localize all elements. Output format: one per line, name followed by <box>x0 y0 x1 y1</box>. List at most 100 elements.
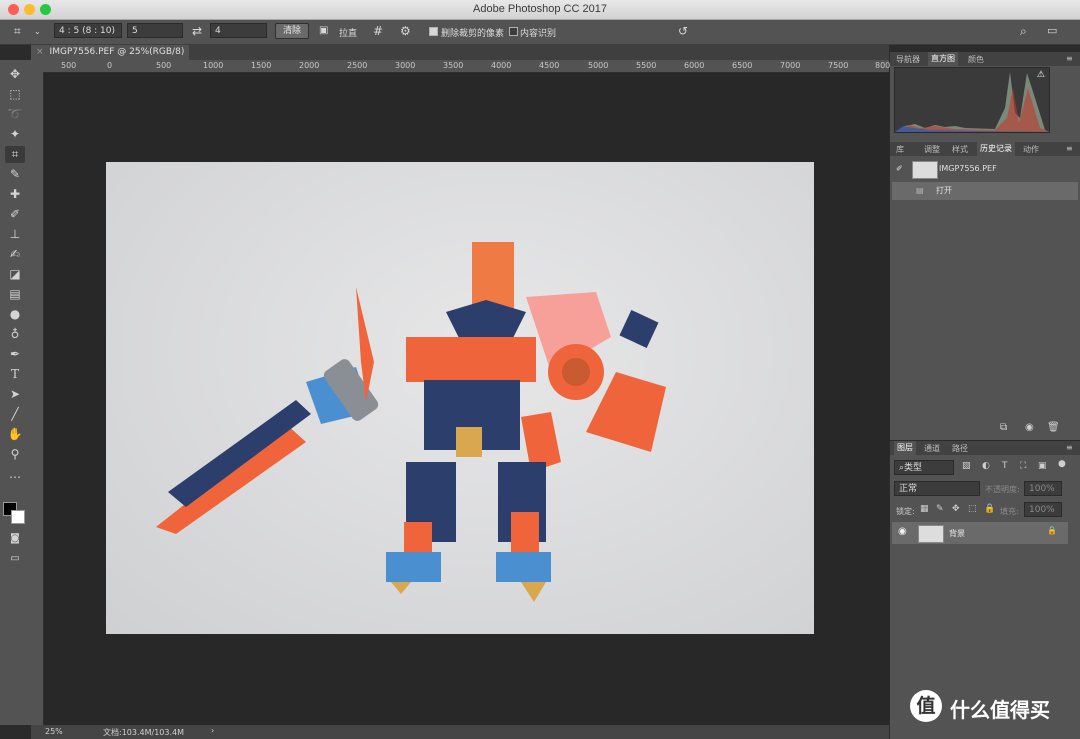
clear-button[interactable]: 清除 <box>275 23 309 39</box>
warning-icon[interactable]: ⚠ <box>1037 70 1045 80</box>
histogram-svg <box>895 72 1049 132</box>
status-bar: 25% 文档:103.4M/103.4M › <box>31 725 889 739</box>
history-item[interactable]: ▤ 打开 <box>892 182 1078 200</box>
path-selection-tool-icon[interactable]: ➤ <box>5 386 25 403</box>
crop-ratio-select[interactable]: 4 : 5 (8 : 10) <box>54 23 122 38</box>
dodge-tool-icon[interactable]: ♁ <box>5 326 25 343</box>
lock-pixels-icon[interactable]: ✎ <box>936 504 944 514</box>
camera-icon[interactable]: ◉ <box>1025 422 1034 433</box>
workspace-icon[interactable]: ▭ <box>1047 24 1057 37</box>
marquee-tool-icon[interactable]: ⬚ <box>5 86 25 103</box>
pen-tool-icon[interactable]: ✒ <box>5 346 25 363</box>
move-tool-icon[interactable]: ✥ <box>5 66 25 83</box>
ruler-label: 3000 <box>395 61 416 70</box>
lasso-tool-icon[interactable]: ➰ <box>5 106 25 123</box>
background-color-swatch[interactable] <box>11 510 25 524</box>
straighten-label[interactable]: 拉直 <box>339 26 357 39</box>
eye-icon[interactable]: ◉ <box>898 526 907 537</box>
snapshot-thumbnail <box>912 161 938 179</box>
filter-pixel-icon[interactable]: ▧ <box>962 461 971 471</box>
tab-channels[interactable]: 通道 <box>924 443 940 454</box>
search-icon[interactable]: ⌕ <box>1020 24 1027 39</box>
tab-adjustments[interactable]: 调整 <box>924 144 940 155</box>
lock-all-icon[interactable]: 🔒 <box>984 504 995 514</box>
quick-mask-icon[interactable]: ◙ <box>5 530 25 547</box>
tab-color[interactable]: 颜色 <box>968 54 984 65</box>
reset-icon[interactable]: ↺ <box>678 24 688 38</box>
brush-tool-icon[interactable]: ✐ <box>5 206 25 223</box>
filter-smart-object-icon[interactable]: ▣ <box>1038 461 1047 471</box>
options-bar: ⌗ ⌄ 4 : 5 (8 : 10) 5 ⇄ 4 清除 ▣ 拉直 # ⚙ 删除裁… <box>0 20 1080 45</box>
ruler-label: 3500 <box>443 61 464 70</box>
tab-navigator[interactable]: 导航器 <box>896 54 920 65</box>
type-tool-icon[interactable]: T <box>5 366 25 383</box>
ruler-corner <box>31 60 45 72</box>
trash-icon[interactable]: 🗑 <box>1047 422 1060 433</box>
overlay-grid-icon[interactable]: # <box>373 24 383 38</box>
chevron-down-icon[interactable]: ⌄ <box>34 27 41 36</box>
ratio-width-input[interactable]: 5 <box>127 23 183 38</box>
gradient-tool-icon[interactable]: ▤ <box>5 286 25 303</box>
document-image[interactable] <box>106 162 814 634</box>
magic-wand-tool-icon[interactable]: ✦ <box>5 126 25 143</box>
layer-filter-select[interactable]: ⌕类型 <box>894 460 954 475</box>
screen-mode-icon[interactable]: ▭ <box>5 550 25 567</box>
tab-histogram[interactable]: 直方图 <box>928 52 958 66</box>
panel-menu-icon[interactable]: ≡ <box>1066 54 1073 63</box>
hand-tool-icon[interactable]: ✋ <box>5 426 25 443</box>
panel-tabs: 导航器 直方图 颜色 ≡ <box>890 52 1080 66</box>
healing-brush-tool-icon[interactable]: ✚ <box>5 186 25 203</box>
filter-type-icon[interactable]: T <box>1002 461 1008 471</box>
document-tabs: × IMGP7556.PEF @ 25%(RGB/8) <box>31 44 889 60</box>
tab-actions[interactable]: 动作 <box>1023 144 1039 155</box>
content-aware-checkbox[interactable] <box>509 27 518 36</box>
more-tools-icon[interactable]: … <box>5 466 25 483</box>
document-tab[interactable]: × IMGP7556.PEF @ 25%(RGB/8) <box>31 45 189 60</box>
straighten-icon[interactable]: ▣ <box>319 25 328 36</box>
eraser-tool-icon[interactable]: ◪ <box>5 266 25 283</box>
gear-icon[interactable]: ⚙ <box>400 24 411 38</box>
blend-mode-select[interactable]: 正常 <box>894 481 980 496</box>
layer-name[interactable]: 背景 <box>949 528 965 539</box>
filter-toggle-icon[interactable]: ● <box>1058 459 1066 469</box>
ruler-label: 2000 <box>299 61 320 70</box>
tab-layers[interactable]: 图层 <box>894 441 916 455</box>
document-info[interactable]: 文档:103.4M/103.4M <box>103 727 184 738</box>
new-document-from-state-icon[interactable]: ⧉ <box>1000 422 1007 433</box>
clone-stamp-tool-icon[interactable]: ⊥ <box>5 226 25 243</box>
panel-menu-icon[interactable]: ≡ <box>1066 144 1073 153</box>
tab-history[interactable]: 历史记录 <box>977 142 1015 156</box>
line-tool-icon[interactable]: ╱ <box>5 406 25 423</box>
delete-cropped-checkbox[interactable] <box>429 27 438 36</box>
lock-artboard-icon[interactable]: ⬚ <box>968 504 977 514</box>
layer-row[interactable]: ◉ 背景 🔒 <box>892 522 1068 544</box>
history-brush-source-icon[interactable]: ✐ <box>896 160 903 178</box>
history-snapshot[interactable]: ✐ IMGP7556.PEF <box>892 160 1078 179</box>
fill-input[interactable]: 100% <box>1024 502 1062 517</box>
ruler-label: 5000 <box>588 61 609 70</box>
panel-menu-icon[interactable]: ≡ <box>1066 443 1073 452</box>
swap-icon[interactable]: ⇄ <box>192 24 202 38</box>
tab-paths[interactable]: 路径 <box>952 443 968 454</box>
tab-libraries[interactable]: 库 <box>896 144 904 155</box>
crop-tool-icon[interactable]: ⌗ <box>14 24 21 39</box>
crop-tool-icon[interactable]: ⌗ <box>5 146 25 163</box>
robot-photo <box>156 242 666 602</box>
filter-shape-icon[interactable]: ⛶ <box>1020 461 1026 471</box>
chevron-right-icon[interactable]: › <box>211 726 214 735</box>
history-brush-tool-icon[interactable]: ✍ <box>5 246 25 263</box>
filter-adjustment-icon[interactable]: ◐ <box>982 461 990 471</box>
opacity-input[interactable]: 100% <box>1024 481 1062 496</box>
zoom-level[interactable]: 25% <box>45 727 63 736</box>
eyedropper-tool-icon[interactable]: ✎ <box>5 166 25 183</box>
close-tab-icon[interactable]: × <box>36 47 44 57</box>
lock-position-icon[interactable]: ✥ <box>952 504 960 514</box>
histogram-graph: ⚠ <box>894 67 1050 133</box>
tab-styles[interactable]: 样式 <box>952 144 968 155</box>
ratio-height-input[interactable]: 4 <box>210 23 267 38</box>
zoom-tool-icon[interactable]: ⚲ <box>5 446 25 463</box>
history-panel: 库 调整 样式 历史记录 动作 ≡ ✐ IMGP7556.PEF ▤ 打开 ⧉ … <box>890 142 1080 440</box>
ruler-label: 0 <box>107 61 113 70</box>
blur-tool-icon[interactable]: ● <box>5 306 25 323</box>
lock-transparent-icon[interactable]: ▦ <box>920 504 929 514</box>
